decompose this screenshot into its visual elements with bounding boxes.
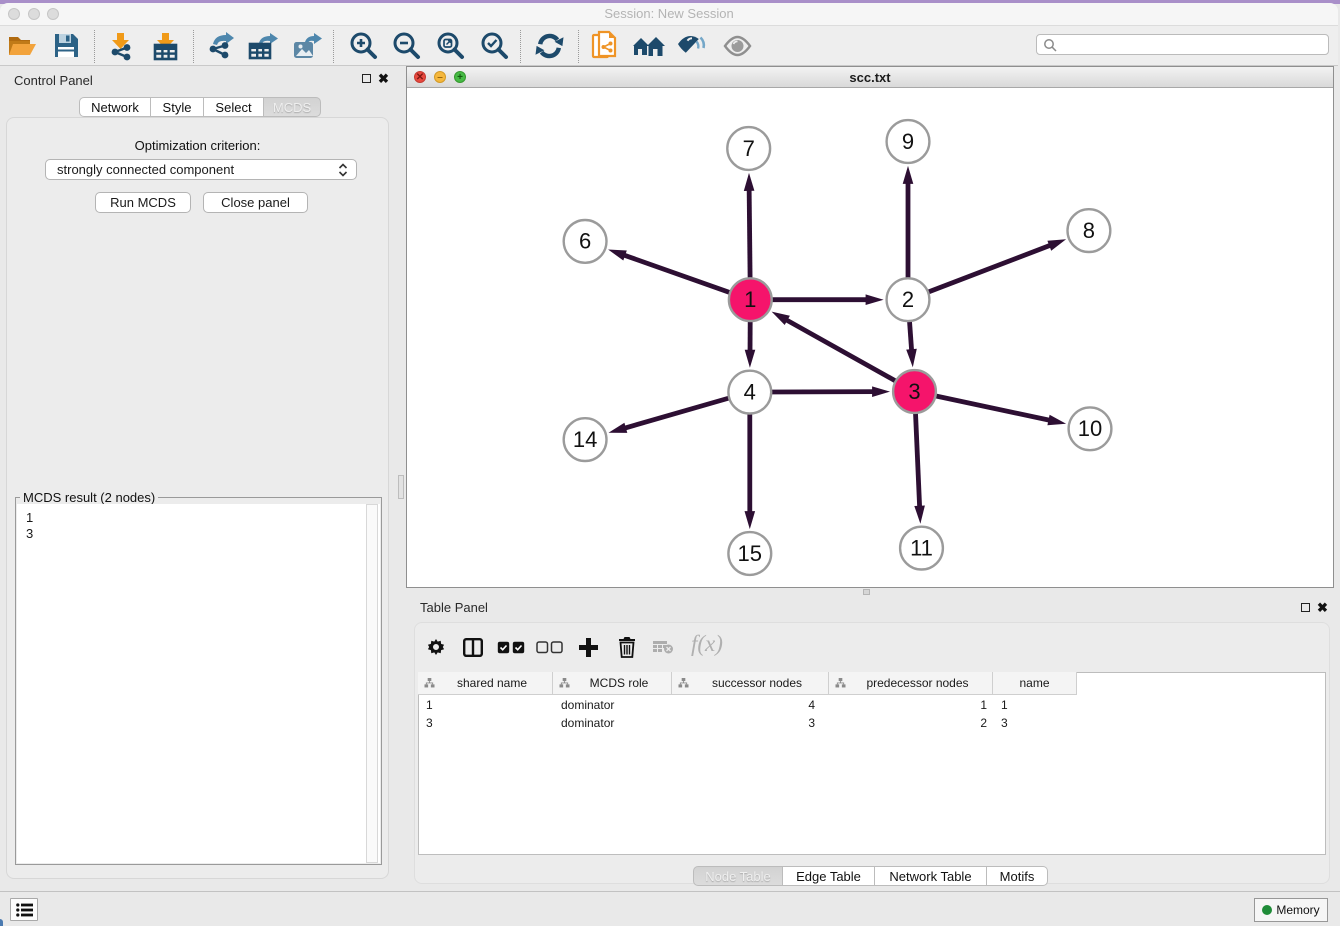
svg-text:11: 11 xyxy=(910,535,933,560)
svg-text:14: 14 xyxy=(573,427,597,452)
svg-text:6: 6 xyxy=(579,229,591,254)
svg-text:8: 8 xyxy=(1083,218,1095,243)
svg-text:9: 9 xyxy=(902,129,914,154)
svg-text:2: 2 xyxy=(902,287,914,312)
svg-text:1: 1 xyxy=(744,287,756,312)
svg-text:10: 10 xyxy=(1078,416,1102,441)
svg-text:7: 7 xyxy=(743,136,755,161)
svg-text:4: 4 xyxy=(744,379,756,404)
svg-text:3: 3 xyxy=(908,379,920,404)
svg-text:15: 15 xyxy=(738,541,762,566)
